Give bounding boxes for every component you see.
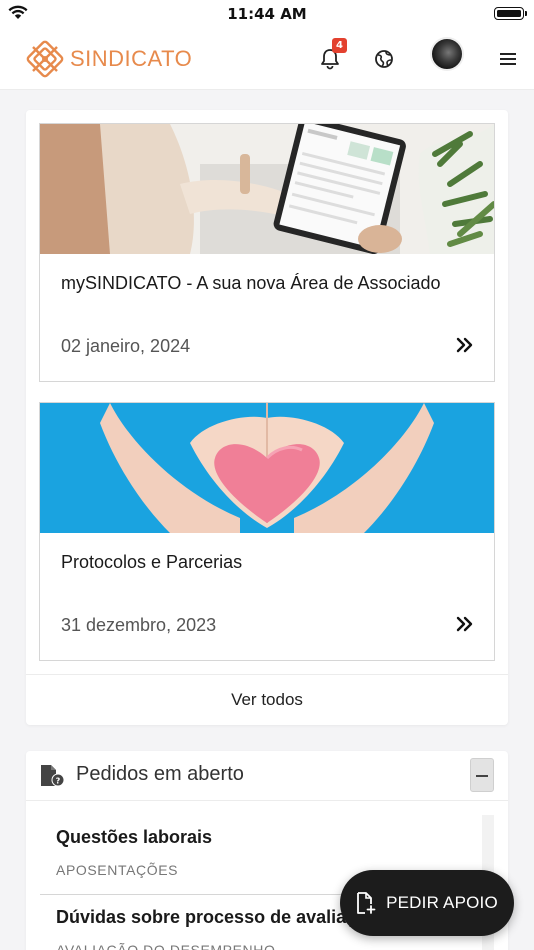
globe-icon (375, 50, 393, 68)
open-requests-title: Pedidos em aberto (76, 763, 244, 785)
logo-mark-icon (26, 40, 64, 78)
add-document-icon (357, 892, 376, 914)
status-bar: 11:44 AM (0, 0, 534, 28)
news-item[interactable]: Protocolos e Parcerias 31 dezembro, 2023 (39, 402, 495, 661)
clock: 11:44 AM (227, 5, 307, 23)
battery-icon (494, 7, 527, 20)
request-support-label: PEDIR APOIO (386, 893, 498, 912)
language-button[interactable] (366, 41, 402, 77)
request-category: AVALIAÇÃO DO DESEMPENHO (56, 942, 276, 950)
news-date: 31 dezembro, 2023 (61, 615, 217, 635)
request-name: Questões laborais (56, 827, 213, 847)
news-date: 02 janeiro, 2024 (61, 336, 191, 356)
news-image-tablet (40, 124, 494, 254)
double-chevron-right-icon[interactable] (454, 334, 476, 356)
document-question-icon: ? (41, 765, 65, 787)
see-all-link[interactable]: Ver todos (26, 674, 508, 725)
logo[interactable]: SINDICATO (24, 38, 192, 80)
request-support-button[interactable]: PEDIR APOIO (340, 870, 514, 936)
open-requests-header: ? Pedidos em aberto (26, 751, 508, 801)
request-name: Dúvidas sobre processo de avaliação (56, 907, 378, 927)
menu-icon (500, 53, 516, 65)
notifications-button[interactable]: 4 (312, 38, 348, 77)
avatar[interactable] (430, 37, 464, 71)
news-title: mySINDICATO - A sua nova Área de Associa… (61, 273, 441, 293)
svg-text:?: ? (56, 777, 61, 786)
logo-text: SINDICATO (70, 46, 193, 71)
app-header: SINDICATO 4 (0, 28, 534, 90)
news-card: mySINDICATO - A sua nova Área de Associa… (26, 110, 508, 725)
notification-count-badge: 4 (332, 38, 347, 53)
news-item[interactable]: mySINDICATO - A sua nova Área de Associa… (39, 123, 495, 382)
collapse-button[interactable] (470, 758, 494, 792)
request-category: APOSENTAÇÕES (56, 862, 179, 878)
news-image-heart (40, 403, 494, 533)
news-title: Protocolos e Parcerias (61, 552, 243, 572)
double-chevron-right-icon[interactable] (454, 613, 476, 635)
menu-button[interactable] (490, 41, 526, 77)
